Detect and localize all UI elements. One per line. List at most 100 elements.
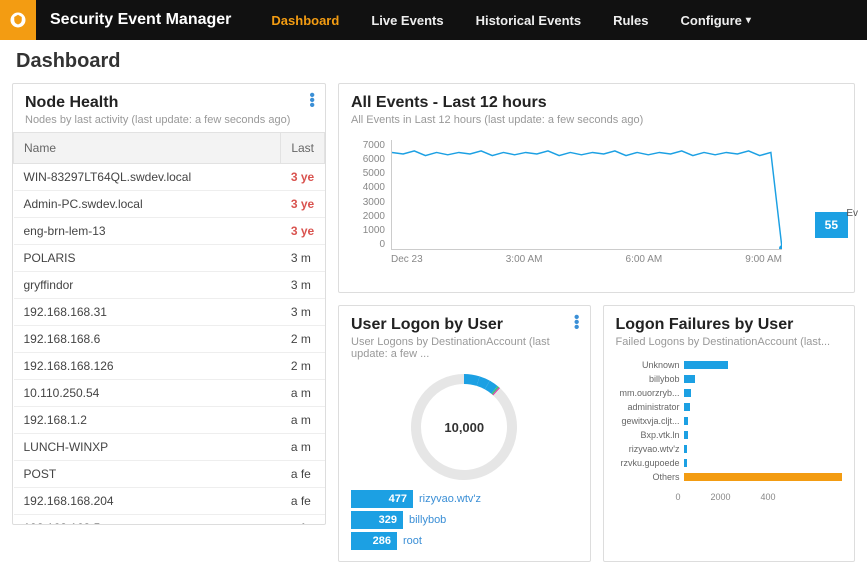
- table-row[interactable]: 192.168.168.5a fe: [14, 515, 325, 525]
- failure-bar: [684, 445, 687, 453]
- node-name: WIN-83297LT64QL.swdev.local: [14, 164, 281, 191]
- all-events-chart: 70006000500040003000200010000 Dec 233:00…: [351, 140, 842, 280]
- user-logon-subtitle: User Logons by DestinationAccount (last …: [351, 336, 578, 360]
- table-row[interactable]: POSTa fe: [14, 461, 325, 488]
- app-logo: [0, 0, 36, 40]
- node-name: 192.168.1.2: [14, 407, 281, 434]
- card-menu-icon[interactable]: •••: [309, 94, 315, 109]
- failure-bar-row: Unknown: [616, 360, 843, 370]
- x-tick: 9:00 AM: [745, 254, 782, 265]
- logon-failures-title: Logon Failures by User: [616, 316, 843, 334]
- nav-rules[interactable]: Rules: [597, 0, 664, 40]
- failure-bar: [684, 389, 692, 397]
- node-last: 3 ye: [281, 218, 325, 245]
- y-tick: 6000: [351, 154, 385, 165]
- failure-label: rizyvao.wtv'z: [616, 444, 684, 454]
- y-tick: 7000: [351, 140, 385, 151]
- col-name[interactable]: Name: [14, 133, 281, 164]
- app-title: Security Event Manager: [36, 11, 255, 29]
- node-name: POST: [14, 461, 281, 488]
- bar-label: root: [397, 535, 422, 547]
- table-row[interactable]: 192.168.168.313 m: [14, 299, 325, 326]
- node-name: LUNCH-WINXP: [14, 434, 281, 461]
- bar-value: 286: [351, 532, 397, 550]
- node-last: 3 ye: [281, 191, 325, 218]
- failure-label: administrator: [616, 402, 684, 412]
- main-nav: DashboardLive EventsHistorical EventsRul…: [255, 0, 767, 40]
- nav-historical-events[interactable]: Historical Events: [460, 0, 598, 40]
- all-events-subtitle: All Events in Last 12 hours (last update…: [351, 114, 842, 126]
- node-name: 192.168.168.126: [14, 353, 281, 380]
- node-last: 3 m: [281, 299, 325, 326]
- failure-label: Others: [616, 472, 684, 482]
- x-tick: 2000: [711, 492, 731, 502]
- node-last: 3 m: [281, 272, 325, 299]
- nav-dashboard[interactable]: Dashboard: [255, 0, 355, 40]
- node-health-subtitle: Nodes by last activity (last update: a f…: [25, 114, 313, 126]
- failure-bar-row: gewitxvja.cljt...: [616, 416, 843, 426]
- failure-label: mm.ouorzryb...: [616, 388, 684, 398]
- table-row[interactable]: Admin-PC.swdev.local3 ye: [14, 191, 325, 218]
- failure-bar: [684, 459, 687, 467]
- failure-bar: [684, 417, 689, 425]
- node-health-card: Node Health Nodes by last activity (last…: [12, 83, 326, 525]
- table-row[interactable]: eng-brn-lem-133 ye: [14, 218, 325, 245]
- failure-label: rzvku.gupoede: [616, 458, 684, 468]
- top-navbar: Security Event Manager DashboardLive Eve…: [0, 0, 867, 40]
- logon-failures-subtitle: Failed Logons by DestinationAccount (las…: [616, 336, 843, 348]
- y-tick: 3000: [351, 197, 385, 208]
- node-name: 192.168.168.6: [14, 326, 281, 353]
- y-tick: 5000: [351, 168, 385, 179]
- col-last[interactable]: Last: [281, 133, 325, 164]
- chevron-down-icon: ▾: [746, 15, 751, 26]
- failure-bar: [684, 431, 689, 439]
- nav-live-events[interactable]: Live Events: [355, 0, 459, 40]
- bar-value: 329: [351, 511, 403, 529]
- failure-bar-row: administrator: [616, 402, 843, 412]
- failure-bar-row: Others: [616, 472, 843, 482]
- table-row[interactable]: 192.168.168.204a fe: [14, 488, 325, 515]
- table-row[interactable]: 192.168.168.1262 m: [14, 353, 325, 380]
- failure-bar-row: rzvku.gupoede: [616, 458, 843, 468]
- failure-bar: [684, 361, 728, 369]
- failure-bar-row: mm.ouorzryb...: [616, 388, 843, 398]
- x-tick: 3:00 AM: [506, 254, 543, 265]
- failure-bar: [684, 375, 695, 383]
- user-logon-title: User Logon by User: [351, 316, 578, 334]
- user-logon-donut: 10,000: [409, 372, 519, 482]
- table-row[interactable]: gryffindor3 m: [14, 272, 325, 299]
- node-name: POLARIS: [14, 245, 281, 272]
- bar-label: billybob: [403, 514, 446, 526]
- failure-bar: [684, 403, 690, 411]
- table-row[interactable]: POLARIS3 m: [14, 245, 325, 272]
- table-row[interactable]: LUNCH-WINXPa m: [14, 434, 325, 461]
- logon-bar-row: 286root: [351, 532, 578, 550]
- table-row[interactable]: 192.168.1.2a m: [14, 407, 325, 434]
- node-last: a fe: [281, 515, 325, 525]
- nav-configure[interactable]: Configure▾: [664, 0, 766, 40]
- table-row[interactable]: 10.110.250.54a m: [14, 380, 325, 407]
- node-last: 3 m: [281, 245, 325, 272]
- node-last: a m: [281, 407, 325, 434]
- page-title: Dashboard: [0, 40, 867, 83]
- node-health-table: Name Last WIN-83297LT64QL.swdev.local3 y…: [13, 132, 325, 524]
- failure-bar-row: rizyvao.wtv'z: [616, 444, 843, 454]
- table-row[interactable]: 192.168.168.62 m: [14, 326, 325, 353]
- events-badge: 55: [815, 212, 848, 238]
- logon-bar-row: 477rizyvao.wtv'z: [351, 490, 578, 508]
- logon-bar-row: 329billybob: [351, 511, 578, 529]
- node-last: a fe: [281, 488, 325, 515]
- y-tick: 0: [351, 239, 385, 250]
- x-tick: Dec 23: [391, 254, 423, 265]
- failure-label: Bxp.vtk.ln: [616, 430, 684, 440]
- all-events-title: All Events - Last 12 hours: [351, 94, 842, 112]
- node-name: gryffindor: [14, 272, 281, 299]
- node-name: 192.168.168.31: [14, 299, 281, 326]
- table-row[interactable]: WIN-83297LT64QL.swdev.local3 ye: [14, 164, 325, 191]
- user-logon-card: User Logon by User User Logons by Destin…: [338, 305, 591, 562]
- y-tick: 1000: [351, 225, 385, 236]
- events-badge-label: Ev: [846, 208, 858, 219]
- card-menu-icon[interactable]: •••: [574, 316, 580, 331]
- logon-failures-card: Logon Failures by User Failed Logons by …: [603, 305, 856, 562]
- node-last: a fe: [281, 461, 325, 488]
